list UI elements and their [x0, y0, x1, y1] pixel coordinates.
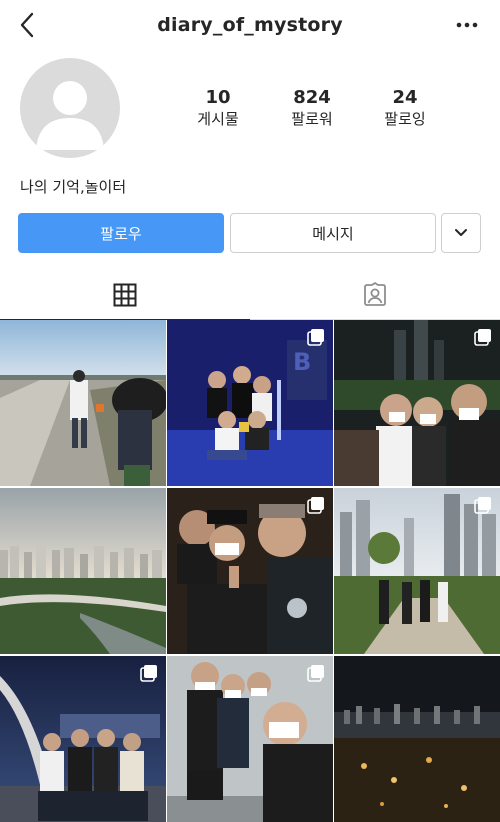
post-thumbnail-6[interactable]: [334, 488, 500, 654]
multiple-photos-icon: [474, 329, 491, 346]
grid-icon: [113, 283, 137, 306]
chevron-down-icon: [455, 229, 467, 236]
stat-followers-label: 팔로워: [291, 110, 333, 128]
stat-followers[interactable]: 824 팔로워: [262, 88, 362, 129]
post-thumbnail-3[interactable]: [334, 320, 500, 486]
post-image: [0, 320, 166, 486]
more-options-icon[interactable]: [454, 14, 480, 36]
suggested-dropdown-button[interactable]: [441, 213, 481, 253]
multiple-photos-icon: [140, 665, 157, 682]
post-thumbnail-9[interactable]: [334, 656, 500, 822]
tagged-person-icon: [364, 282, 386, 306]
follow-button[interactable]: 팔로우: [18, 213, 224, 253]
profile-tabs: [0, 270, 500, 320]
tab-grid[interactable]: [0, 270, 250, 320]
tab-tagged[interactable]: [250, 270, 500, 320]
stat-following-count: 24: [392, 87, 418, 108]
multiple-photos-icon: [307, 665, 324, 682]
avatar[interactable]: [20, 58, 120, 158]
post-thumbnail-5[interactable]: [167, 488, 333, 654]
post-thumbnail-1[interactable]: [0, 320, 166, 486]
multiple-photos-icon: [307, 329, 324, 346]
stat-posts-count: 10: [205, 87, 231, 108]
stat-posts[interactable]: 10 게시물: [168, 88, 268, 129]
svg-text:B: B: [293, 348, 311, 376]
default-avatar-icon: [36, 81, 104, 150]
top-bar: diary_of_mystory: [0, 0, 500, 52]
multiple-photos-icon: [474, 497, 491, 514]
post-image: [334, 656, 500, 822]
posts-grid: B: [0, 320, 500, 822]
post-thumbnail-8[interactable]: [167, 656, 333, 822]
post-thumbnail-2[interactable]: B: [167, 320, 333, 486]
post-thumbnail-7[interactable]: [0, 656, 166, 822]
message-button[interactable]: 메시지: [230, 213, 436, 253]
profile-bio: 나의 기억,놀이터: [20, 178, 127, 196]
stat-following[interactable]: 24 팔로잉: [355, 88, 455, 129]
stat-posts-label: 게시물: [197, 110, 239, 128]
multiple-photos-icon: [307, 497, 324, 514]
profile-username: diary_of_mystory: [157, 14, 343, 36]
post-image: [0, 488, 166, 654]
stat-followers-count: 824: [293, 87, 331, 108]
stat-following-label: 팔로잉: [384, 110, 426, 128]
post-thumbnail-4[interactable]: [0, 488, 166, 654]
